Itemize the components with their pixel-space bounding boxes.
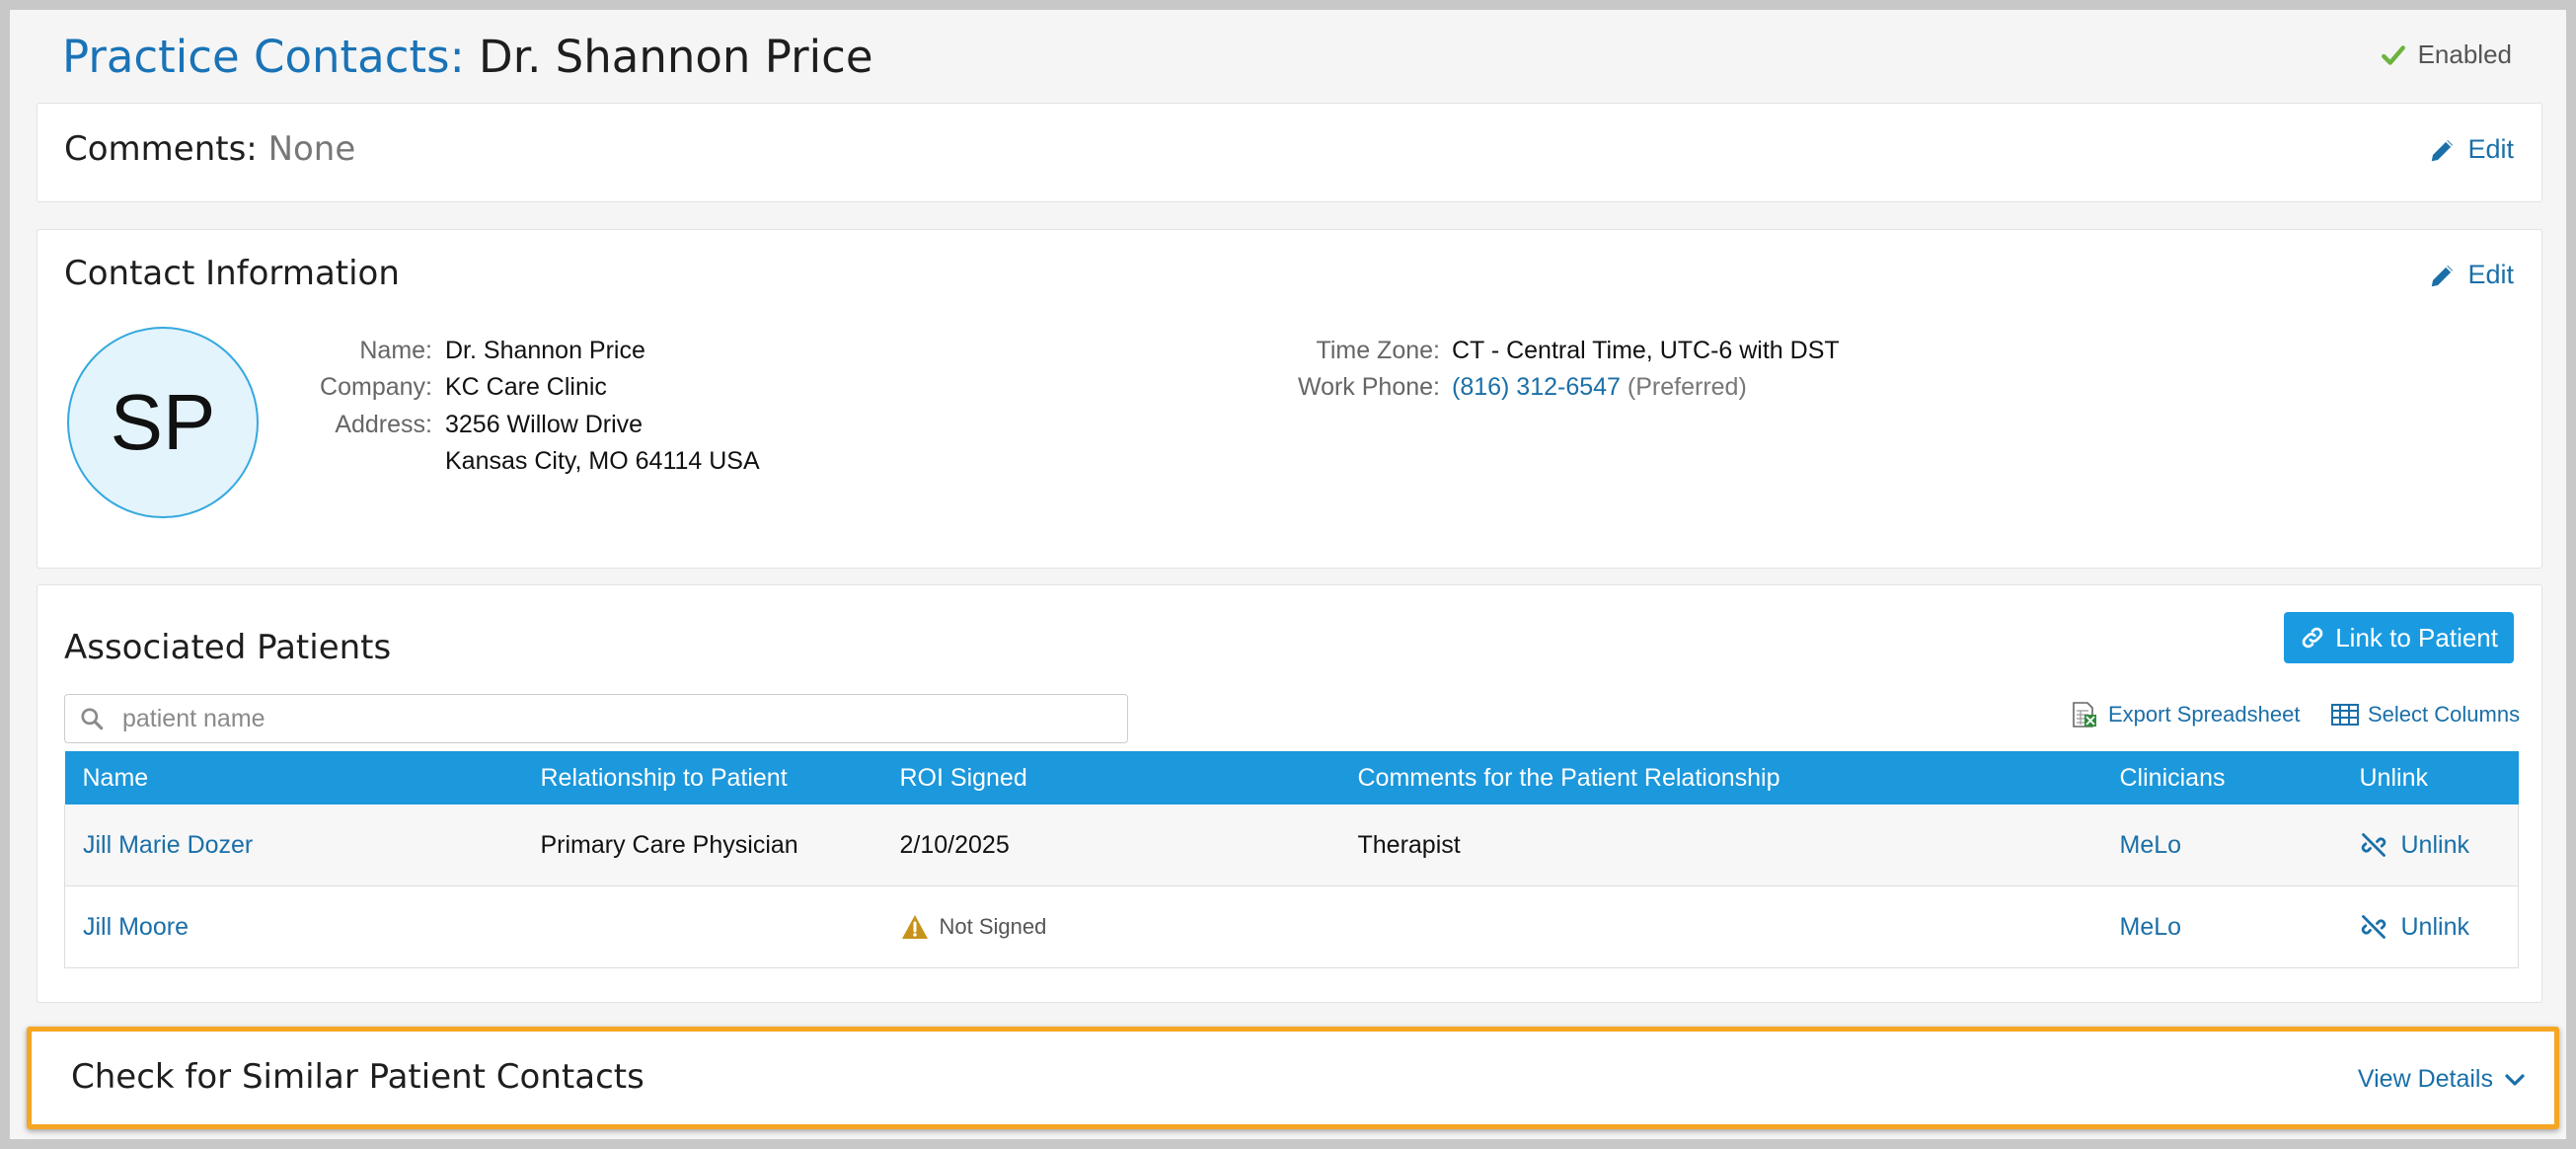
contact-info-panel: Contact Information Edit SP Name: Dr. Sh…: [37, 229, 2542, 569]
roi-status-label: Not Signed: [939, 914, 1047, 939]
table-row: Jill Marie Dozer Primary Care Physician …: [64, 804, 2519, 886]
unlink-cell: Unlink: [2341, 804, 2519, 886]
name-label: Name:: [359, 337, 432, 364]
unlink-button[interactable]: Unlink: [2360, 913, 2519, 942]
view-details-button[interactable]: View Details: [2358, 1065, 2527, 1094]
clinician-cell: MeLo: [2101, 885, 2342, 968]
clinician-cell: MeLo: [2101, 804, 2342, 886]
chevron-down-icon: [2505, 1073, 2525, 1086]
unlink-button[interactable]: Unlink: [2360, 831, 2519, 860]
timezone-label: Time Zone:: [1316, 337, 1440, 364]
unlink-label: Unlink: [2400, 912, 2469, 941]
timezone-value: CT - Central Time, UTC-6 with DST: [1452, 337, 1840, 364]
clinician-link[interactable]: MeLo: [2120, 831, 2182, 859]
view-details-label: View Details: [2357, 1065, 2493, 1093]
export-spreadsheet-button[interactable]: Export Spreadsheet: [2071, 701, 2300, 728]
unlink-icon: [2361, 915, 2386, 939]
work-phone-note: (Preferred): [1627, 373, 1747, 401]
relationship-cell: [522, 885, 882, 968]
similar-contacts-title: Check for Similar Patient Contacts: [71, 1057, 644, 1097]
unlink-icon: [2361, 833, 2386, 857]
unlink-label: Unlink: [2400, 830, 2469, 859]
comments-cell: [1339, 885, 2102, 968]
unlink-cell: Unlink: [2341, 885, 2519, 968]
comments-heading: Comments: None: [64, 129, 355, 169]
column-header-unlink: Unlink: [2341, 751, 2519, 804]
page-title: Practice Contacts: Dr. Shannon Price: [62, 30, 873, 85]
patients-panel: Associated Patients Link to Patient Expo…: [37, 584, 2542, 1003]
search-icon: [81, 708, 104, 730]
work-phone-label: Work Phone:: [1297, 373, 1440, 401]
patient-name-link[interactable]: Jill Moore: [83, 913, 189, 941]
pencil-icon: [2432, 139, 2454, 161]
comments-panel: Comments: None Edit: [37, 103, 2542, 202]
work-phone-link[interactable]: (816) 312-6547: [1452, 373, 1621, 401]
pencil-icon: [2432, 265, 2454, 286]
address-line1: 3256 Willow Drive: [445, 411, 644, 438]
link-icon: [2302, 627, 2323, 649]
column-header-clinicians[interactable]: Clinicians: [2101, 751, 2342, 804]
clinician-link[interactable]: MeLo: [2120, 913, 2182, 941]
contact-edit-button[interactable]: Edit: [2428, 260, 2514, 290]
contact-info-title: Contact Information: [64, 254, 400, 293]
status-label: Enabled: [2417, 39, 2512, 69]
name-value: Dr. Shannon Price: [445, 337, 645, 364]
status-enabled: Enabled: [2381, 39, 2512, 70]
column-header-name[interactable]: Name: [64, 751, 523, 804]
roi-cell: 2/10/2025: [881, 804, 1340, 886]
link-to-patient-button[interactable]: Link to Patient: [2284, 612, 2514, 663]
link-to-patient-label: Link to Patient: [2335, 622, 2498, 652]
table-header-row: Name Relationship to Patient ROI Signed …: [64, 751, 2519, 804]
table-icon: [2331, 704, 2359, 726]
patient-name-link[interactable]: Jill Marie Dozer: [83, 831, 253, 859]
select-columns-label: Select Columns: [2368, 702, 2521, 727]
comments-label: Comments:: [64, 129, 258, 169]
comments-value: None: [267, 129, 356, 169]
patient-name-cell: Jill Marie Dozer: [64, 804, 523, 886]
page-title-name: Dr. Shannon Price: [479, 31, 873, 83]
roi-cell: Not Signed: [881, 885, 1340, 968]
comments-edit-button[interactable]: Edit: [2428, 134, 2514, 165]
address-label: Address:: [335, 411, 432, 438]
company-value: KC Care Clinic: [445, 373, 607, 401]
app-frame: Practice Contacts: Dr. Shannon Price Ena…: [10, 10, 2566, 1139]
work-phone-value: (816) 312-6547 (Preferred): [1452, 369, 1747, 406]
warning-icon: [901, 915, 928, 939]
patients-table: Name Relationship to Patient ROI Signed …: [64, 751, 2519, 968]
patient-name-cell: Jill Moore: [64, 885, 523, 968]
contact-edit-label: Edit: [2467, 260, 2514, 289]
avatar: SP: [67, 327, 259, 518]
column-header-comments[interactable]: Comments for the Patient Relationship: [1339, 751, 2102, 804]
table-row: Jill Moore Not Signed MeLo Unlink: [64, 885, 2519, 968]
similar-contacts-panel: Check for Similar Patient Contacts View …: [27, 1027, 2559, 1129]
company-label: Company:: [320, 373, 432, 401]
page-title-prefix: Practice Contacts:: [62, 31, 465, 83]
patients-title: Associated Patients: [64, 628, 392, 667]
comments-edit-label: Edit: [2467, 134, 2514, 164]
select-columns-button[interactable]: Select Columns: [2330, 701, 2520, 728]
spreadsheet-icon: [2073, 702, 2096, 728]
roi-not-signed: Not Signed: [900, 913, 1340, 941]
export-spreadsheet-label: Export Spreadsheet: [2108, 702, 2301, 727]
patient-search-input[interactable]: [120, 703, 1092, 734]
comments-cell: Therapist: [1339, 804, 2102, 886]
column-header-relationship[interactable]: Relationship to Patient: [522, 751, 882, 804]
patient-search: [64, 694, 1128, 743]
relationship-cell: Primary Care Physician: [522, 804, 882, 886]
address-line2: Kansas City, MO 64114 USA: [445, 447, 760, 475]
column-header-roi[interactable]: ROI Signed: [881, 751, 1340, 804]
check-icon: [2381, 44, 2405, 65]
